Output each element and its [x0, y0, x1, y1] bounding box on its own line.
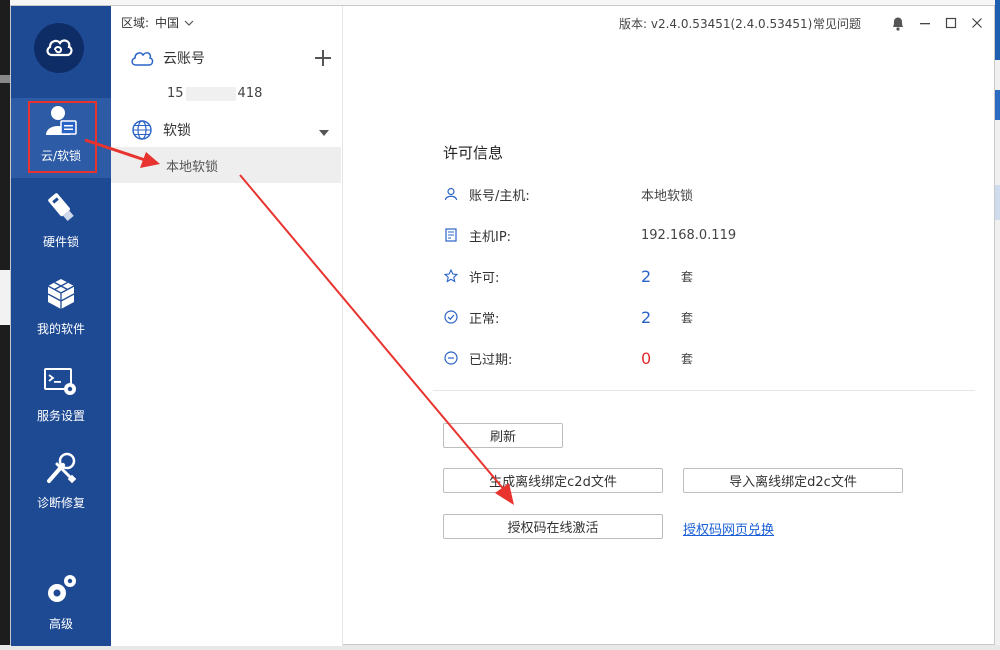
server-icon [443, 227, 459, 243]
user-icon [443, 186, 459, 202]
expired-count: 0 [641, 348, 652, 368]
tree-item-local-soft-lock[interactable]: 本地软锁 [111, 147, 341, 183]
chevron-down-icon [184, 20, 194, 26]
globe-icon [129, 117, 155, 143]
info-label: 主机IP: [469, 229, 512, 245]
app-logo [34, 23, 84, 73]
masked-region [185, 86, 236, 101]
minus-circle-icon [443, 350, 459, 366]
usb-key-icon [41, 187, 81, 227]
star-icon [443, 268, 459, 284]
info-label: 已过期: [469, 352, 513, 368]
license-count: 2 [641, 266, 652, 286]
faq-link[interactable]: 常见问题 [813, 15, 861, 32]
minimize-icon[interactable] [916, 14, 934, 32]
nav-label: 诊断修复 [36, 496, 85, 510]
terminal-gear-icon [41, 361, 81, 401]
check-circle-icon [443, 309, 459, 325]
unit-label: 套 [681, 310, 694, 325]
version-label: 版本: v2.4.0.53451(2.4.0.53451) [619, 17, 813, 31]
info-row-expired: 已过期: 0 套 [443, 346, 863, 370]
info-row-normal: 正常: 2 套 [443, 305, 863, 329]
info-value: 192.168.0.119 [641, 227, 737, 243]
generate-c2d-button[interactable]: 生成离线绑定c2d文件 [443, 468, 663, 493]
account-tree-panel: 区域: 中国 云账号 15 418 软锁 本地软锁 [111, 6, 343, 646]
nav-item-hardware-lock[interactable]: 硬件锁 [11, 184, 111, 264]
info-row-host-ip: 主机IP: 192.168.0.119 [443, 223, 863, 247]
tree-item-cloud-account[interactable]: 云账号 [111, 40, 343, 76]
tree-label: 本地软锁 [166, 159, 219, 175]
refresh-button[interactable]: 刷新 [443, 423, 563, 448]
desktop-background-left [0, 0, 10, 650]
tree-label: 云账号 [163, 51, 205, 67]
tree-label: 软锁 [163, 123, 191, 139]
region-label: 区域: [121, 16, 150, 30]
nav-label: 硬件锁 [42, 235, 79, 249]
unit-label: 套 [681, 269, 694, 284]
info-value: 本地软锁 [641, 188, 694, 204]
tools-icon [41, 448, 81, 488]
nav-item-advanced[interactable]: 高级 [11, 566, 111, 646]
nav-label: 我的软件 [36, 322, 85, 336]
info-row-license: 许可: 2 套 [443, 264, 863, 288]
import-d2c-button[interactable]: 导入离线绑定d2c文件 [683, 468, 903, 493]
expand-caret-icon[interactable] [319, 130, 329, 136]
nav-item-my-software[interactable]: 我的软件 [11, 271, 111, 351]
info-row-account-host: 账号/主机: 本地软锁 [443, 182, 863, 206]
annotation-highlight-box [28, 101, 97, 173]
nav-label: 服务设置 [36, 409, 85, 423]
nav-item-service-settings[interactable]: 服务设置 [11, 358, 111, 438]
app-window: 云/软锁 硬件锁 我的软件 服务设置 诊断修复 高级 区域: 中国 云账号 15… [10, 5, 995, 646]
region-value: 中国 [155, 16, 180, 30]
cubes-icon [41, 274, 81, 314]
account-number-suffix: 418 [237, 86, 263, 101]
divider [433, 390, 975, 391]
close-icon[interactable] [968, 14, 986, 32]
section-title: 许可信息 [443, 144, 504, 162]
cloud-icon [129, 45, 155, 71]
license-panel: 许可信息 账号/主机: 本地软锁 主机IP: 192.168.0.119 许可:… [343, 40, 995, 646]
info-label: 许可: [469, 270, 500, 286]
tree-item-soft-lock[interactable]: 软锁 [111, 112, 343, 148]
nav-label: 高级 [48, 617, 73, 631]
maximize-icon[interactable] [942, 14, 960, 32]
info-label: 正常: [469, 311, 500, 327]
web-redeem-link[interactable]: 授权码网页兑换 [683, 519, 774, 538]
account-number[interactable]: 15 418 [167, 86, 262, 101]
desktop-background-right [995, 0, 1000, 650]
cloud-logo-icon [46, 39, 73, 57]
region-selector[interactable]: 区域: 中国 [121, 14, 194, 31]
bell-icon[interactable] [889, 14, 907, 32]
gears-icon [41, 569, 81, 609]
account-number-prefix: 15 [167, 86, 184, 101]
unit-label: 套 [681, 351, 694, 366]
info-label: 账号/主机: [469, 188, 530, 204]
title-bar: 版本: v2.4.0.53451(2.4.0.53451) 常见问题 [343, 6, 995, 40]
nav-item-diagnose-repair[interactable]: 诊断修复 [11, 445, 111, 525]
normal-count: 2 [641, 307, 652, 327]
add-account-button[interactable] [315, 50, 331, 66]
activate-online-button[interactable]: 授权码在线激活 [443, 514, 663, 539]
